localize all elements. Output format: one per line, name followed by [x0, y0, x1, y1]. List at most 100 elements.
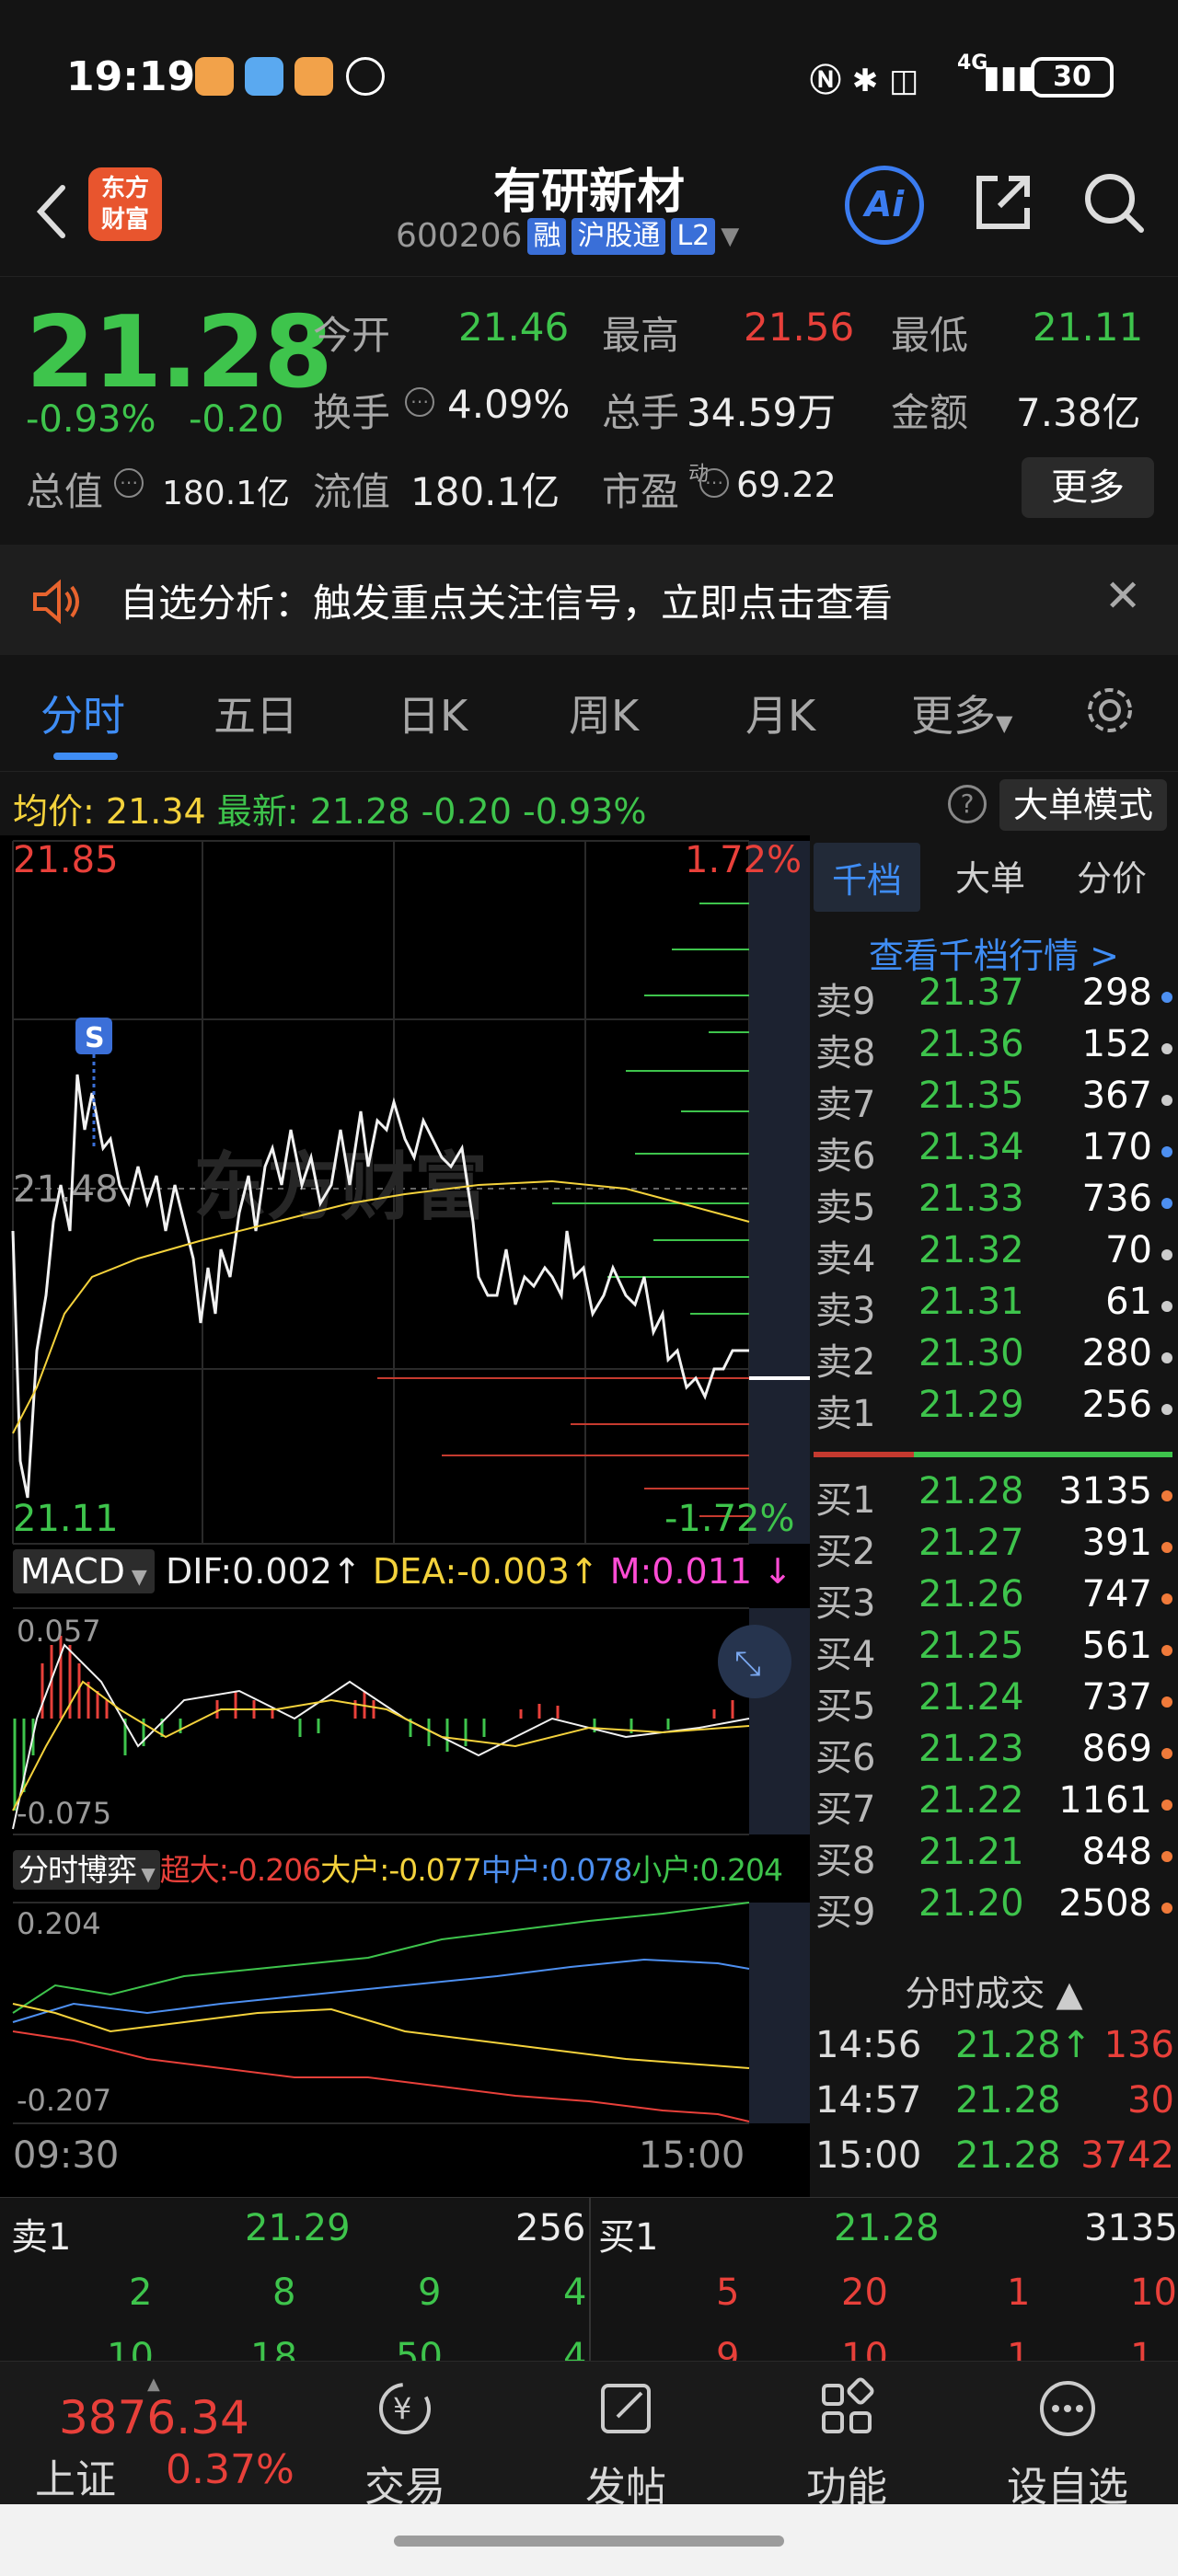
- share-icon[interactable]: [966, 166, 1040, 239]
- tick-price: 21.28: [955, 2079, 1061, 2122]
- bid-level-label: 买1: [815, 1479, 876, 1522]
- nav-post[interactable]: 发帖: [543, 2376, 709, 2513]
- float-cap-label: 流值: [313, 469, 391, 514]
- big-order-mode-button[interactable]: 大单模式: [999, 779, 1167, 831]
- game-selector[interactable]: 分时博弈 ▼: [13, 1850, 160, 1890]
- game-bottom-label: -0.207: [17, 2083, 112, 2118]
- bid-price: 21.19: [918, 1934, 1024, 1939]
- bid-row[interactable]: 买3 21.26 747: [810, 1573, 1178, 1625]
- bid-dot: [1161, 1593, 1172, 1604]
- nav-functions[interactable]: 功能: [764, 2376, 930, 2513]
- close-icon[interactable]: ✕: [1104, 570, 1141, 622]
- settings-gear-icon[interactable]: [1080, 681, 1139, 740]
- bid-price: 21.22: [918, 1779, 1024, 1822]
- bid-list: 买1 21.28 3135 买2 21.27 391 买3 21.26 747 买4 21.25 56…: [810, 835, 1178, 1939]
- home-indicator[interactable]: [394, 2536, 784, 2547]
- buy1-volume: 3135: [1084, 2207, 1178, 2249]
- bid-volume: 2508: [1058, 1882, 1152, 1925]
- bid-row[interactable]: 买9 21.20 2508: [810, 1882, 1178, 1934]
- game-super: 超大:-0.206: [159, 1852, 321, 1888]
- macd-selector[interactable]: MACD ▼: [13, 1549, 155, 1593]
- game-panel: [12, 1902, 810, 2124]
- buy-queue-item: 10: [1130, 2271, 1177, 2314]
- info-icon[interactable]: ⋯: [114, 468, 144, 498]
- bid-row[interactable]: 买2 21.27 391: [810, 1522, 1178, 1573]
- bid-volume: 561: [1081, 1625, 1152, 1667]
- buy1-price: 21.28: [834, 2207, 940, 2249]
- tick-price: 21.28: [955, 2134, 1061, 2177]
- current-price: 21.28: [26, 295, 333, 410]
- bid-level-label: 买10: [815, 1934, 899, 1939]
- bid-price: 21.25: [918, 1625, 1024, 1667]
- bid-level-label: 买3: [815, 1582, 876, 1625]
- macd-selector-label: MACD: [20, 1551, 125, 1592]
- game-header: 分时博弈 ▼ 超大:-0.206大户:-0.077中户:0.078小户:0.204: [13, 1846, 810, 1895]
- bid-dot: [1161, 1800, 1172, 1811]
- market-cap-value: 180.1亿: [162, 475, 291, 512]
- index-ticker[interactable]: ▲ 3876.34 上证 0.37%: [18, 2375, 313, 2503]
- tab-intraday[interactable]: 分时: [40, 683, 125, 743]
- expand-icon[interactable]: ⤡: [734, 1645, 761, 1683]
- intraday-chart[interactable]: 东方财富 S ⤡ 21.85 21.48 21.11 1.72% -1.72% …: [0, 835, 810, 2197]
- amount-label: 金额: [891, 390, 969, 435]
- change-percent: -0.93%: [26, 398, 156, 441]
- queue-divider: [589, 2198, 591, 2363]
- turnover-label: 换手: [313, 390, 391, 435]
- bid-row[interactable]: 买4 21.25 561: [810, 1625, 1178, 1676]
- sell1-label: 卖1: [11, 2216, 72, 2259]
- more-button[interactable]: 更多: [1022, 457, 1154, 518]
- nav-add-watchlist[interactable]: 设自选: [985, 2376, 1150, 2513]
- tab-five-day[interactable]: 五日: [214, 683, 298, 743]
- battery-indicator: 30: [1031, 57, 1114, 98]
- bid-price: 21.21: [918, 1831, 1024, 1873]
- bid-price: 21.23: [918, 1728, 1024, 1770]
- tick-time: 14:56: [815, 2024, 922, 2066]
- avg-value: 21.34: [105, 791, 206, 832]
- analysis-banner[interactable]: 自选分析：触发重点关注信号，立即点击查看 ✕: [0, 545, 1178, 655]
- tab-daily-k[interactable]: 日K: [398, 683, 468, 743]
- bid-row[interactable]: 买6 21.23 869: [810, 1728, 1178, 1779]
- latest-change-pct: -0.93%: [523, 791, 647, 832]
- bid-price: 21.27: [918, 1522, 1024, 1564]
- level-one-queue: 卖1 21.29 256 买1 21.28 3135 2 8 9 4 5 20 …: [0, 2197, 1178, 2378]
- buy-queue-item: 20: [841, 2271, 888, 2314]
- search-icon[interactable]: [1077, 166, 1150, 239]
- macd-m: M:0.011 ↓: [609, 1551, 792, 1592]
- ai-button[interactable]: Ai: [845, 166, 924, 245]
- latest-value: 21.28: [309, 791, 410, 832]
- level2-tag: L2: [671, 217, 716, 255]
- info-icon[interactable]: ⋯: [405, 387, 434, 417]
- tab-more[interactable]: 更多▼: [911, 683, 1012, 743]
- amount-value: 7.38亿: [1016, 390, 1141, 435]
- speaker-icon: [33, 579, 79, 625]
- grid-icon: [822, 2377, 874, 2433]
- help-icon[interactable]: ?: [948, 785, 987, 823]
- dropdown-icon: ▼: [721, 222, 740, 250]
- tab-weekly-k[interactable]: 周K: [569, 683, 639, 743]
- nav-trade[interactable]: ¥ 交易: [322, 2376, 488, 2513]
- bid-level-label: 买7: [815, 1788, 876, 1831]
- tab-monthly-k[interactable]: 月K: [745, 683, 815, 743]
- ticks-title[interactable]: 分时成交 ▲: [810, 1965, 1178, 2016]
- bid-row[interactable]: 买7 21.22 1161: [810, 1779, 1178, 1831]
- bid-row[interactable]: 买8 21.21 848: [810, 1831, 1178, 1882]
- hand-icon: [346, 57, 385, 96]
- signal-marker-label: S: [85, 1022, 105, 1054]
- info-icon[interactable]: ⋯: [699, 468, 729, 498]
- volume-value: 34.59万: [687, 390, 837, 435]
- bid-volume: 869: [1081, 1728, 1152, 1770]
- tick-volume: 3742: [1080, 2134, 1174, 2177]
- future-zone: [749, 841, 810, 1544]
- bid-row[interactable]: 买1 21.28 3135: [810, 1470, 1178, 1522]
- bid-row[interactable]: 买10 21.19 226: [810, 1934, 1178, 1939]
- stock-subtitle[interactable]: 600206 融 沪股通 L2 ▼: [396, 217, 739, 255]
- index-change: 0.37%: [166, 2446, 294, 2493]
- bid-volume: 848: [1081, 1831, 1152, 1873]
- macd-dif: DIF:0.002↑: [165, 1551, 362, 1592]
- tick-row: 14:57 21.28 30: [815, 2079, 1178, 2134]
- bid-row[interactable]: 买5 21.24 737: [810, 1676, 1178, 1728]
- chart-tabs: 分时 五日 日K 周K 月K 更多▼: [0, 655, 1178, 771]
- high-value: 21.56: [744, 305, 855, 350]
- banner-text: 自选分析：触发重点关注信号，立即点击查看: [120, 581, 894, 626]
- low-value: 21.11: [1033, 305, 1144, 350]
